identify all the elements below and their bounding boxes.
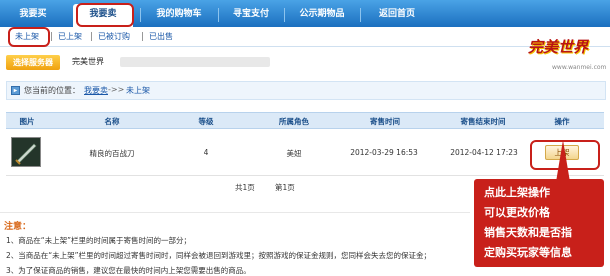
annotation-line: 定购买玩家等信息 xyxy=(484,246,572,259)
breadcrumb-separator: ->> xyxy=(108,85,125,94)
annotation-line: 点此上架操作 xyxy=(484,186,550,199)
blade-icon xyxy=(12,138,40,166)
nav-divider xyxy=(218,8,219,22)
table-row: 精良的百战刀 4 美妞 2012-03-29 16:53 2012-04-12 … xyxy=(6,129,604,176)
annotation-line: 可以更改价格 xyxy=(484,206,550,219)
game-logo-url: www.wanmei.com xyxy=(552,64,607,71)
callout-pointer xyxy=(556,140,570,182)
notes-title: 注意： xyxy=(4,222,32,232)
tab-home[interactable]: 返回首页 xyxy=(362,4,432,27)
note-item: 2、当商品在“未上架”栏里的时间超过寄售时间时，同样会被退回到游戏里；按照游戏的… xyxy=(6,251,432,260)
tab-buy[interactable]: 我要买 xyxy=(0,4,66,27)
location-icon xyxy=(11,86,20,95)
table-header: 图片 名称 等级 所属角色 寄售时间 寄售结束时间 操作 xyxy=(6,112,604,129)
tab-cart[interactable]: 我的购物车 xyxy=(142,4,216,27)
item-name: 精良的百战刀 xyxy=(89,149,135,158)
item-role: 美妞 xyxy=(286,149,302,158)
breadcrumb-label: 您当前的位置： xyxy=(24,86,80,95)
col-header-action: 操作 xyxy=(554,117,570,126)
annotation-text: 点此上架操作 可以更改价格 销售天数和是否指 定购买玩家等信息 xyxy=(484,183,604,263)
col-header-level: 等级 xyxy=(198,117,214,126)
subnav-divider xyxy=(51,32,52,41)
breadcrumb-link-sell[interactable]: 我要卖 xyxy=(84,85,108,96)
subtab-ordered[interactable]: 已被订购 xyxy=(98,30,130,43)
item-start-time: 2012-03-29 16:53 xyxy=(350,148,418,157)
server-detail-redacted xyxy=(120,57,270,67)
note-item: 1、商品在“未上架”栏里的时间属于寄售时间的一部分； xyxy=(6,236,192,245)
col-header-role: 所属角色 xyxy=(279,117,309,126)
annotation-line: 销售天数和是否指 xyxy=(484,226,572,239)
col-header-start-time: 寄售时间 xyxy=(370,117,400,126)
subtab-listed[interactable]: 已上架 xyxy=(58,30,82,43)
col-header-image: 图片 xyxy=(19,117,35,126)
note-item: 3、为了保证商品的销售，建议您在最快的时间内上架您需要出售的商品。 xyxy=(6,266,251,275)
nav-divider xyxy=(140,8,141,22)
subnav-divider xyxy=(91,32,92,41)
subnav-divider xyxy=(142,32,143,41)
pager-current: 第1页 xyxy=(275,183,295,192)
highlight-oval-sell-tab xyxy=(76,3,134,27)
item-level: 4 xyxy=(203,148,209,157)
tab-payment[interactable]: 寻宝支付 xyxy=(220,4,282,27)
item-end-time: 2012-04-12 17:23 xyxy=(450,148,518,157)
highlight-oval-unlisted xyxy=(8,27,50,47)
game-logo: 完美世界 xyxy=(528,38,589,56)
breadcrumb: 您当前的位置： 我要卖 ->> 未上架 xyxy=(6,81,606,100)
col-header-end-time: 寄售结束时间 xyxy=(460,117,506,126)
nav-divider xyxy=(360,8,361,22)
subtab-sold[interactable]: 已出售 xyxy=(149,30,173,43)
select-server-button[interactable]: 选择服务器 xyxy=(6,55,60,70)
tab-public-items[interactable]: 公示期物品 xyxy=(286,4,358,27)
col-header-name: 名称 xyxy=(104,117,120,126)
nav-divider xyxy=(284,8,285,22)
breadcrumb-current: 未上架 xyxy=(126,86,150,95)
pager-total: 共1页 xyxy=(235,183,255,192)
divider xyxy=(0,212,470,213)
server-name: 完美世界 xyxy=(72,57,104,66)
sub-nav: 未上架 已上架 已被订购 已出售 xyxy=(0,27,610,47)
item-thumbnail xyxy=(11,137,41,167)
